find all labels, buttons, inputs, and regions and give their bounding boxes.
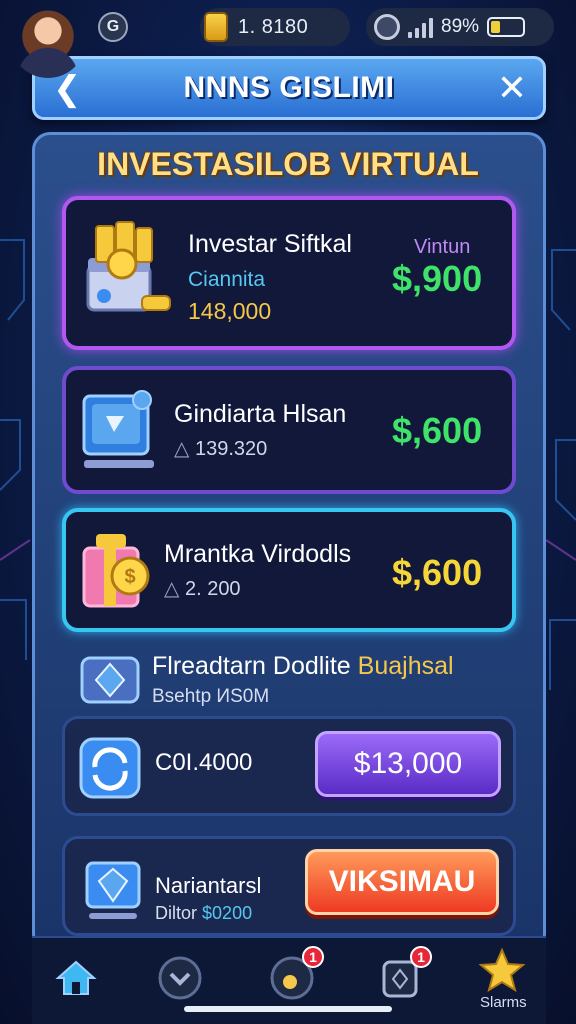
investment-card-3[interactable]: $ Mrantka Virdodls △ 2. 200 $,600 xyxy=(62,508,516,632)
card-amount: 148,000 xyxy=(188,298,272,324)
coin-balance[interactable]: 1. 8180 xyxy=(200,8,350,46)
nav-coins[interactable]: 1 xyxy=(268,946,324,1002)
card-price: $,900 xyxy=(392,258,483,299)
notification-badge: 1 xyxy=(302,946,324,968)
avatar[interactable] xyxy=(10,2,86,78)
feature-row[interactable]: Flreadtarn Dodlite Buajhsal Bsehtp ИS0M xyxy=(80,648,510,712)
investment-card-1[interactable]: Investar Siftkal Vintun Ciannita 148,000… xyxy=(62,196,516,350)
feature-name-text: Flreadtarn Dodlite xyxy=(152,652,351,680)
nav-home[interactable] xyxy=(52,954,100,1002)
card-tag: Vintun xyxy=(414,236,471,258)
action-row: Nariantarsl Diltor $0200 VIKSIMAU xyxy=(62,836,516,936)
card-amount: △ 2. 200 xyxy=(164,576,241,601)
feature-name: Flreadtarn Dodlite Buajhsal xyxy=(152,652,454,681)
chevron-down-icon xyxy=(158,956,202,1000)
virtual-card-icon xyxy=(82,390,154,468)
notification-badge: 1 xyxy=(410,946,432,968)
home-icon xyxy=(55,960,97,995)
panel-title: INVESTASILOB VIRTUAL xyxy=(97,146,479,182)
nav-stars[interactable] xyxy=(478,946,526,994)
home-indicator xyxy=(184,1006,392,1012)
offer-amount: C0I.4000 xyxy=(155,749,253,776)
buy-button[interactable]: $13,000 xyxy=(315,731,501,797)
card-name: Gindiarta Hlsan xyxy=(174,400,347,428)
diamond-icon: △ xyxy=(164,578,180,600)
card-name: Mrantka Virdodls xyxy=(164,540,352,568)
svg-text:$: $ xyxy=(124,566,135,588)
action-sub-label: Diltor xyxy=(155,903,198,923)
nav-cards[interactable]: 1 xyxy=(376,946,432,1002)
coin-icon xyxy=(204,12,228,42)
offer-row: C0I.4000 $13,000 xyxy=(62,716,516,816)
status-bar: G 1. 8180 89% xyxy=(0,0,576,78)
signal-icon xyxy=(408,16,433,38)
card-amount-value: 139.320 xyxy=(194,438,268,460)
coin-balance-value: 1. 8180 xyxy=(238,15,309,38)
refresh-badge-icon xyxy=(79,737,141,799)
battery-icon xyxy=(487,17,526,37)
card-price: $,600 xyxy=(392,552,483,593)
diamond-card-icon xyxy=(80,656,140,704)
card-subtitle: Ciannita xyxy=(188,268,266,291)
action-sub-value: $0200 xyxy=(202,903,253,923)
nav-dropdown[interactable] xyxy=(156,954,204,1002)
close-icon[interactable]: ✕ xyxy=(497,67,527,109)
refresh-icon[interactable]: G xyxy=(98,12,128,42)
battery-percent: 89% xyxy=(441,16,480,37)
card-price: $,600 xyxy=(392,410,483,451)
feature-subtitle: Bsehtp ИS0M xyxy=(152,686,270,707)
treasure-chest-icon xyxy=(86,221,171,312)
action-button[interactable]: VIKSIMAU xyxy=(305,849,499,915)
nav-stars-label: Slarms xyxy=(480,994,527,1011)
card-name: Investar Siftkal xyxy=(188,230,352,258)
page-title: NNNS GISLIMI xyxy=(183,71,395,104)
shield-card-icon xyxy=(85,861,141,919)
star-icon xyxy=(478,947,526,993)
diamond-icon: △ xyxy=(174,438,190,460)
card-amount: △ 139.320 xyxy=(174,436,267,461)
investment-card-2[interactable]: Gindiarta Hlsan △ 139.320 $,600 xyxy=(62,366,516,494)
card-amount-value: 2. 200 xyxy=(184,578,241,600)
action-name: Nariantarsl xyxy=(155,873,262,898)
gift-box-icon: $ xyxy=(82,534,150,608)
eye-icon xyxy=(374,14,400,40)
header-bar: ❮ NNNS GISLIMI ✕ xyxy=(32,56,546,120)
system-status: 89% xyxy=(366,8,554,46)
feature-name-highlight: Buajhsal xyxy=(357,652,454,680)
action-sub: Diltor $0200 xyxy=(155,903,252,924)
